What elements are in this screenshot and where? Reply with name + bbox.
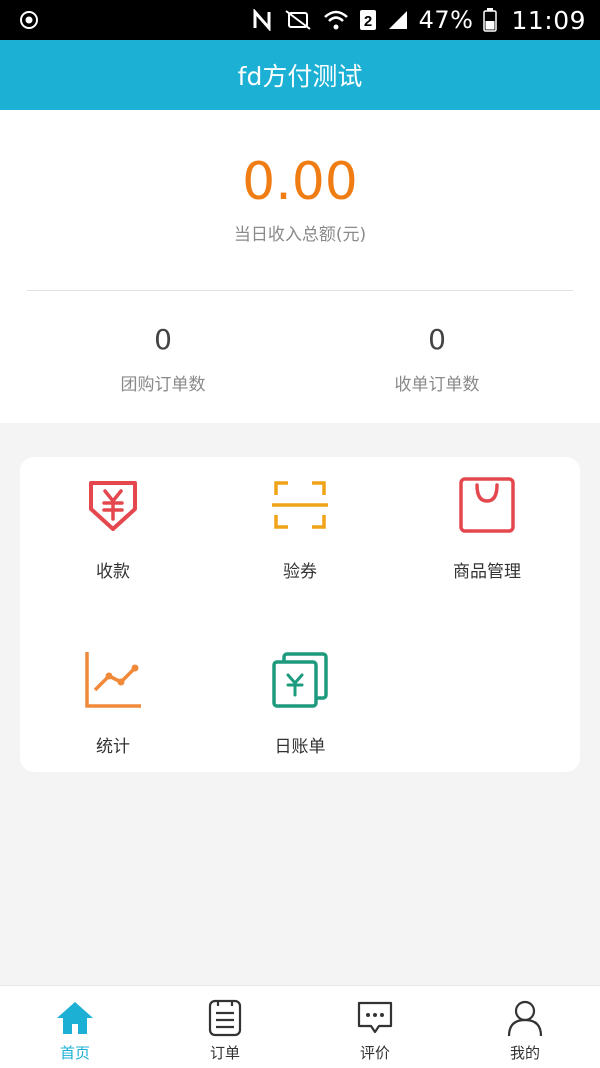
group-orders-count: 0	[154, 323, 172, 356]
orders-icon	[205, 998, 245, 1038]
receive-payment-button[interactable]: 收款	[20, 457, 206, 607]
tab-orders-label: 订单	[209, 1044, 240, 1062]
line-chart-icon	[83, 650, 143, 710]
feature-grid: 收款 验券 商品管理 统计 日账单	[20, 457, 580, 772]
tab-reviews-label: 评价	[359, 1044, 390, 1062]
pay-orders-count: 0	[428, 323, 446, 356]
tab-mine[interactable]: 我的	[450, 986, 600, 1068]
sim-icon: 2	[359, 9, 377, 31]
pay-orders-label: 收单订单数	[394, 375, 480, 395]
verify-coupon-label: 验券	[283, 562, 317, 582]
daily-bill-icon	[270, 650, 330, 710]
product-management-label: 商品管理	[453, 562, 521, 582]
user-icon	[505, 998, 545, 1038]
shopping-bag-icon	[457, 475, 517, 535]
comment-icon	[355, 998, 395, 1038]
nfc-icon	[251, 9, 273, 31]
receive-payment-label: 收款	[96, 562, 130, 582]
divider	[27, 290, 573, 291]
sim-label: 2	[363, 13, 371, 30]
receive-payment-icon	[83, 475, 143, 535]
verify-coupon-button[interactable]: 验券	[207, 457, 393, 607]
settings-icon	[18, 9, 40, 31]
tab-home-label: 首页	[59, 1044, 90, 1062]
scan-coupon-icon	[270, 475, 330, 535]
home-icon	[55, 998, 95, 1038]
pay-orders-stat[interactable]: 0 收单订单数	[287, 322, 587, 395]
bottom-tab-bar: 首页 订单 评价 我的	[0, 985, 600, 1068]
daily-income-label: 当日收入总额(元)	[233, 225, 367, 245]
statistics-label: 统计	[96, 737, 130, 757]
income-summary: 0.00 当日收入总额(元) 0 团购订单数 0 收单订单数	[0, 110, 600, 423]
signal-icon	[387, 9, 409, 31]
status-bar: 2 47% 11:09	[0, 0, 600, 40]
daily-bill-label: 日账单	[274, 737, 326, 757]
tab-mine-label: 我的	[509, 1044, 540, 1062]
group-orders-stat[interactable]: 0 团购订单数	[13, 322, 313, 395]
tab-reviews[interactable]: 评价	[300, 986, 450, 1068]
wifi-icon	[323, 9, 349, 31]
group-orders-label: 团购订单数	[120, 375, 206, 395]
app-bar: fd方付测试	[0, 40, 600, 110]
clock: 11:09	[511, 5, 586, 35]
tab-orders[interactable]: 订单	[150, 986, 300, 1068]
tab-home[interactable]: 首页	[0, 986, 150, 1068]
daily-bill-button[interactable]: 日账单	[207, 632, 393, 782]
battery-percent: 47%	[418, 6, 474, 34]
daily-income-amount: 0.00	[242, 152, 358, 212]
statistics-button[interactable]: 统计	[20, 632, 206, 782]
mute-icon	[283, 9, 313, 31]
product-management-button[interactable]: 商品管理	[394, 457, 580, 607]
battery-icon	[483, 8, 498, 32]
page-title: fd方付测试	[237, 62, 363, 91]
